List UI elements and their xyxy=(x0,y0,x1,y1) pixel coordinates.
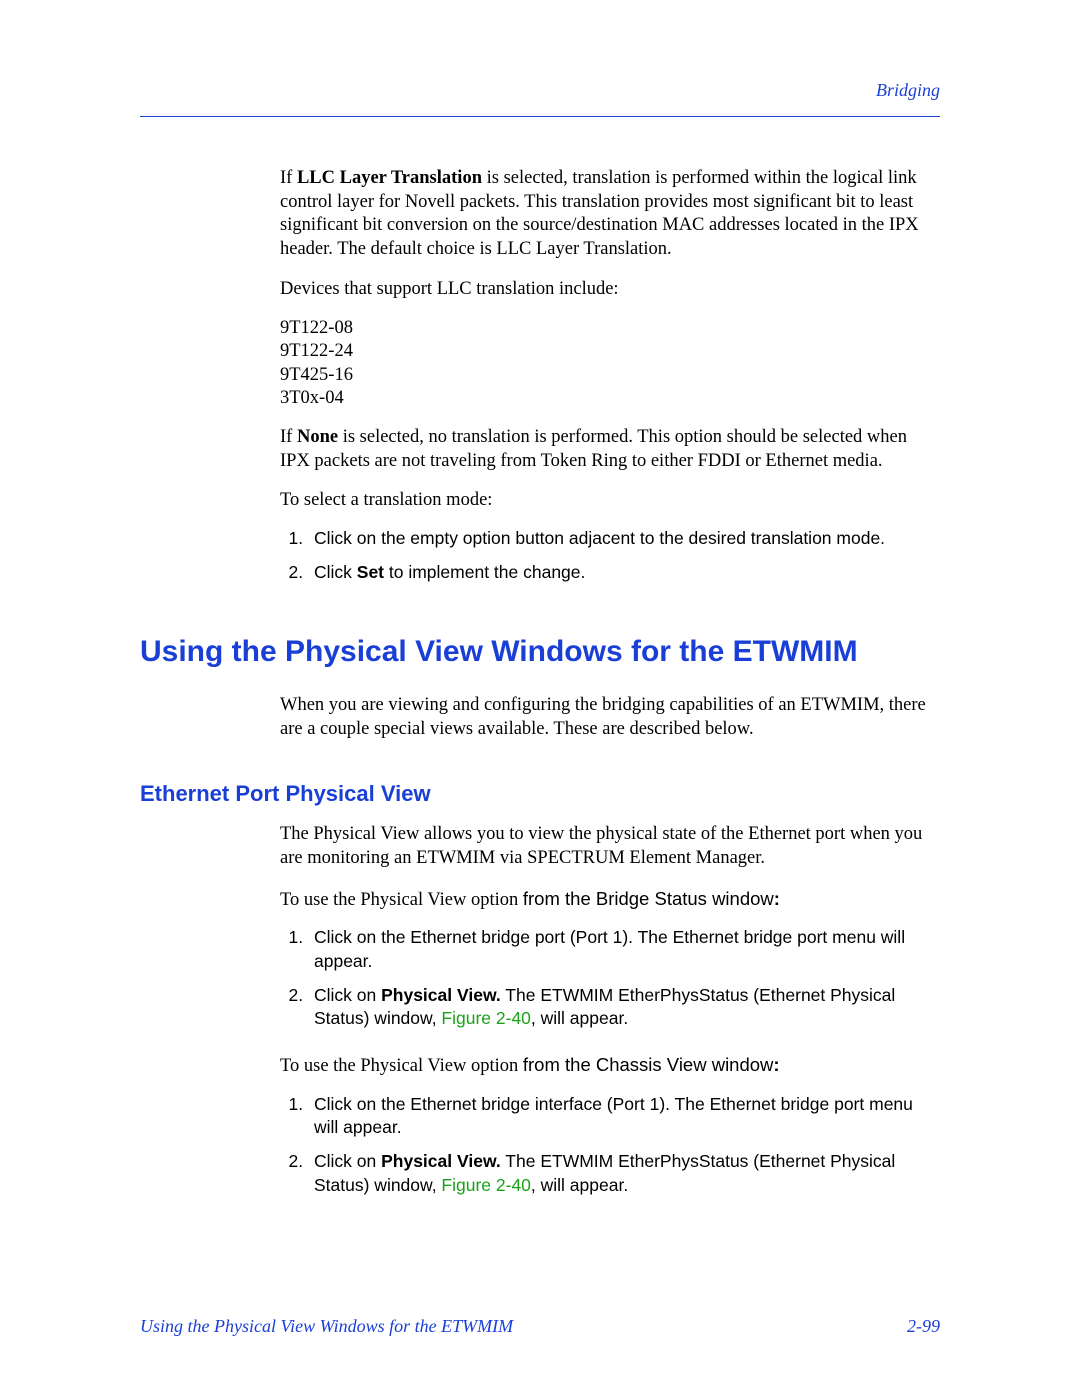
text: Click xyxy=(314,562,357,582)
header-rule xyxy=(140,116,940,117)
bold-text: Physical View. xyxy=(381,985,501,1005)
text: from the Chassis View window xyxy=(523,1054,774,1075)
steps-bridge-status: Click on the Ethernet bridge port (Port … xyxy=(308,926,940,1031)
footer-section-title: Using the Physical View Windows for the … xyxy=(140,1316,513,1337)
step-item: Click on the Ethernet bridge interface (… xyxy=(308,1093,940,1140)
text: is selected, no translation is performed… xyxy=(280,427,907,471)
list-item: 9T122-24 xyxy=(280,340,940,363)
page-number: 2-99 xyxy=(907,1316,940,1337)
header-section-link[interactable]: Bridging xyxy=(876,80,940,101)
paragraph-instruction: To use the Physical View option from the… xyxy=(280,887,940,913)
list-item: 9T425-16 xyxy=(280,364,940,387)
steps-chassis-view: Click on the Ethernet bridge interface (… xyxy=(308,1093,940,1198)
page: Bridging If LLC Layer Translation is sel… xyxy=(0,0,1080,1397)
text: , will appear. xyxy=(531,1175,628,1195)
text: Click on xyxy=(314,985,381,1005)
text: , will appear. xyxy=(531,1008,628,1028)
heading-level-2: Ethernet Port Physical View xyxy=(140,781,940,807)
text: from the Bridge Status window xyxy=(523,888,774,909)
page-header: Bridging xyxy=(140,80,940,110)
figure-reference-link[interactable]: Figure 2-40 xyxy=(441,1175,531,1195)
bold-text: None xyxy=(297,427,338,447)
list-item: 9T122-08 xyxy=(280,317,940,340)
paragraph-instruction: To select a translation mode: xyxy=(280,489,940,513)
bold-text: LLC Layer Translation xyxy=(297,168,482,188)
bold-text: Set xyxy=(357,562,384,582)
device-list: 9T122-08 9T122-24 9T425-16 3T0x-04 xyxy=(280,317,940,410)
text: If xyxy=(280,427,297,447)
bold-text: Physical View. xyxy=(381,1151,501,1171)
paragraph-instruction: To use the Physical View option from the… xyxy=(280,1053,940,1079)
text: to implement the change. xyxy=(384,562,585,582)
step-item: Click on Physical View. The ETWMIM Ether… xyxy=(308,1150,940,1197)
list-item: 3T0x-04 xyxy=(280,387,940,410)
step-item: Click on the empty option button adjacen… xyxy=(308,527,940,551)
step-item: Click on Physical View. The ETWMIM Ether… xyxy=(308,984,940,1031)
step-item: Click Set to implement the change. xyxy=(308,561,940,585)
paragraph-none: If None is selected, no translation is p… xyxy=(280,426,940,473)
heading-level-1: Using the Physical View Windows for the … xyxy=(140,634,940,670)
paragraph: When you are viewing and configuring the… xyxy=(280,694,940,741)
paragraph-llc: If LLC Layer Translation is selected, tr… xyxy=(280,167,940,262)
text: To use the Physical View option xyxy=(280,1056,523,1076)
text: Click on xyxy=(314,1151,381,1171)
text: To use the Physical View option xyxy=(280,890,523,910)
page-footer: Using the Physical View Windows for the … xyxy=(140,1316,940,1337)
body-column: The Physical View allows you to view the… xyxy=(280,823,940,1197)
text: : xyxy=(774,888,780,909)
text: If xyxy=(280,168,297,188)
paragraph: The Physical View allows you to view the… xyxy=(280,823,940,870)
steps-translation-mode: Click on the empty option button adjacen… xyxy=(308,527,940,584)
text: : xyxy=(773,1054,779,1075)
body-column: When you are viewing and configuring the… xyxy=(280,694,940,741)
figure-reference-link[interactable]: Figure 2-40 xyxy=(441,1008,531,1028)
body-column: If LLC Layer Translation is selected, tr… xyxy=(280,167,940,584)
paragraph-devices-intro: Devices that support LLC translation inc… xyxy=(280,278,940,302)
step-item: Click on the Ethernet bridge port (Port … xyxy=(308,926,940,973)
